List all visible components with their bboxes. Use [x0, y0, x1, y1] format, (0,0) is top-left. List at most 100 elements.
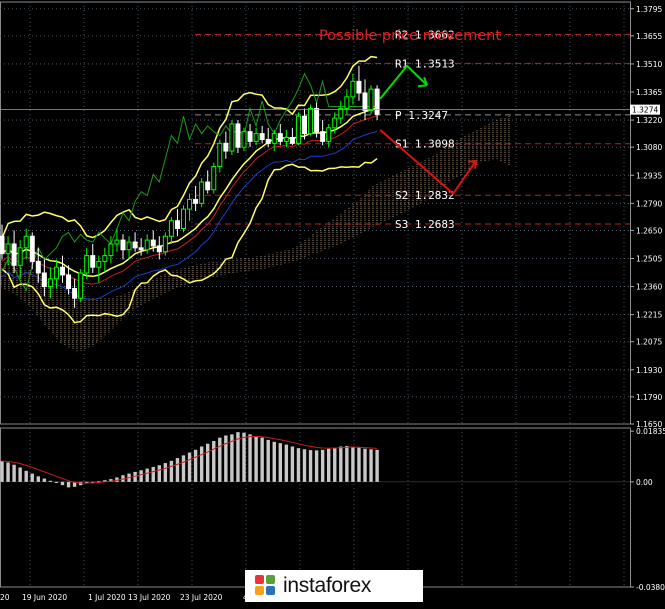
candle-body — [60, 266, 65, 276]
instaforex-logo-icon — [255, 575, 277, 597]
candle-body — [5, 243, 11, 255]
macd-histogram-bar — [260, 437, 264, 482]
pivot-level-label: P 1.3247 — [395, 109, 448, 122]
macd-histogram-bar — [363, 448, 367, 482]
macd-histogram-bar — [169, 460, 174, 482]
candle-body — [144, 239, 150, 251]
macd-histogram-bar — [278, 443, 282, 482]
candle-body — [199, 181, 205, 204]
candle-body — [241, 131, 247, 148]
price-tick-label: 1.2935 — [636, 171, 662, 180]
candle-body — [114, 239, 120, 245]
macd-tick-label: -0.03807 — [636, 583, 665, 592]
macd-histogram-bar — [248, 434, 252, 482]
price-tick-label: 1.3795 — [636, 5, 662, 14]
macd-histogram-bar — [351, 446, 355, 482]
candle-body — [0, 235, 5, 255]
candle-body — [120, 239, 126, 251]
macd-histogram-bar — [36, 476, 40, 482]
candle-body — [23, 235, 29, 249]
macd-histogram-bar — [12, 464, 16, 482]
candle-body — [66, 274, 72, 289]
candle-body — [29, 235, 35, 262]
macd-histogram-bar — [308, 450, 313, 482]
candle-body — [174, 220, 180, 229]
candle-body — [126, 241, 132, 251]
candle-body — [277, 133, 283, 142]
macd-histogram-bar — [266, 439, 270, 482]
macd-histogram-bar — [296, 448, 301, 482]
price-tick-label: 1.1930 — [636, 366, 662, 375]
macd-histogram-bar — [357, 447, 361, 482]
candle-body — [84, 255, 90, 274]
macd-histogram-bar — [60, 481, 65, 486]
candle-body — [271, 133, 277, 144]
candle-body — [72, 287, 78, 299]
price-tick-label: 1.3510 — [636, 60, 662, 69]
candle-body — [162, 235, 168, 253]
price-tick-label: 1.2505 — [636, 254, 662, 263]
macd-histogram-bar — [345, 445, 349, 482]
macd-histogram-bar — [284, 444, 289, 482]
candle-body — [350, 80, 356, 98]
candle-body — [168, 220, 174, 237]
macd-histogram-bar — [224, 435, 228, 482]
candle-body — [259, 133, 265, 140]
date-axis-label: 13 Jul 2020 — [128, 593, 171, 602]
macd-histogram-bar — [18, 467, 22, 482]
macd-histogram-bar — [320, 449, 325, 482]
macd-histogram-bar — [290, 446, 295, 482]
macd-histogram-bar — [369, 449, 373, 482]
candle-body — [205, 181, 211, 191]
price-tick-label: 1.3365 — [636, 88, 662, 97]
macd-histogram-bar — [212, 440, 216, 482]
macd-histogram-bar — [193, 449, 198, 482]
macd-tick-label: 0.00 — [636, 478, 653, 487]
candle-body — [247, 131, 253, 142]
macd-histogram-bar — [6, 462, 10, 482]
macd-histogram-bar — [327, 448, 331, 482]
candle-body — [295, 115, 301, 144]
pivot-level-label: S1 1.3098 — [395, 138, 455, 151]
candle-body — [302, 115, 307, 135]
price-tick-label: 1.1790 — [636, 393, 662, 402]
price-tick-label: 1.2360 — [636, 283, 662, 292]
candle-body — [78, 272, 84, 299]
macd-histogram-bar — [157, 465, 161, 482]
candle-body — [156, 245, 162, 253]
current-price-label: 1.3274 — [632, 106, 658, 115]
macd-histogram-bar — [181, 455, 186, 482]
candle-body — [253, 133, 259, 142]
macd-histogram-bar — [339, 446, 343, 482]
candle-body — [193, 198, 199, 204]
macd-histogram-bar — [375, 449, 379, 482]
candle-body — [108, 243, 114, 257]
date-axis-label: 1 Jul 2020 — [88, 593, 126, 602]
macd-histogram-bar — [42, 478, 47, 482]
candle-body — [289, 137, 295, 144]
macd-histogram-bar — [199, 446, 204, 482]
price-tick-label: 1.2790 — [636, 199, 662, 208]
candle-body — [235, 123, 241, 148]
candle-body — [96, 260, 102, 268]
candle-body — [211, 166, 217, 191]
candle-body — [314, 107, 320, 133]
macd-histogram-bar — [30, 473, 34, 482]
macd-histogram-bar — [218, 437, 222, 482]
chart-title: Possible price movement — [319, 28, 501, 44]
macd-histogram-bar — [151, 466, 155, 482]
candle-body — [132, 241, 138, 249]
candle-body — [283, 137, 289, 142]
bullish-path-arrow — [379, 64, 428, 100]
price-tick-label: 1.2215 — [636, 311, 662, 320]
candle-body — [102, 255, 108, 262]
date-axis-label: 19 Jun 2020 — [22, 593, 67, 602]
macd-histogram-bar — [48, 480, 53, 482]
macd-histogram-bar — [272, 441, 276, 482]
candle-body — [229, 123, 235, 152]
macd-histogram-bar — [175, 458, 180, 482]
pivot-level-label: S2 1.2832 — [395, 189, 455, 202]
candle-body — [35, 260, 41, 274]
macd-histogram-bar — [139, 470, 143, 482]
candle-body — [90, 255, 96, 268]
